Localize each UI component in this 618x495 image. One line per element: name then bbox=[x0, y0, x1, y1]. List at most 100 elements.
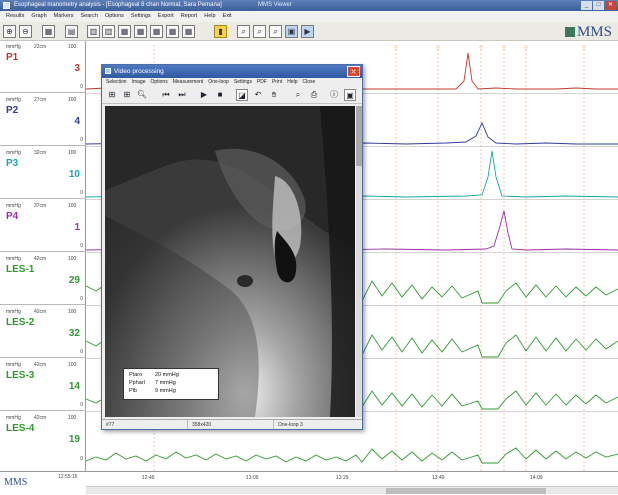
view-icon[interactable]: ▤ bbox=[65, 25, 78, 38]
time-tick: 12:49 bbox=[142, 475, 155, 481]
menu-exit[interactable]: Exit bbox=[223, 11, 232, 22]
channel-label[interactable]: mmHg 42cm 100 LES-1 29 0 bbox=[0, 253, 86, 305]
play-icon[interactable]: ▶ bbox=[198, 89, 210, 101]
channel-name: LES-1 bbox=[6, 264, 35, 275]
dialog-menu-measurement[interactable]: Measurement bbox=[173, 78, 204, 87]
event-marker-label: ▽ bbox=[502, 46, 506, 52]
view-icon[interactable]: ▦ bbox=[42, 25, 55, 38]
save-icon[interactable]: ▣ bbox=[344, 89, 356, 101]
dialog-menu-pdf[interactable]: PDF bbox=[257, 78, 267, 87]
dialog-menu-image[interactable]: Image bbox=[132, 78, 146, 87]
skip-back-icon[interactable]: ⏮ bbox=[160, 89, 172, 101]
zoom-out-icon[interactable]: ⊖ bbox=[19, 25, 32, 38]
search-icon[interactable]: ⌕ bbox=[237, 25, 250, 38]
search-icon[interactable]: ⌕ bbox=[269, 25, 282, 38]
magnifier-icon[interactable]: 🔍︎ bbox=[136, 89, 148, 101]
frame-number: #77 bbox=[102, 420, 188, 429]
dialog-menu-one-loop[interactable]: One-loop bbox=[208, 78, 229, 87]
menu-export[interactable]: Export bbox=[158, 11, 174, 22]
channel-value: 29 bbox=[68, 275, 80, 286]
channel-scale: 100 bbox=[68, 97, 77, 103]
pressure-readout-row: Plb 9 mmHg bbox=[129, 388, 213, 396]
layout-icon[interactable]: ▦ bbox=[166, 25, 179, 38]
menu-search[interactable]: Search bbox=[81, 11, 98, 22]
layout-icon[interactable]: ▥ bbox=[102, 25, 115, 38]
minimize-button[interactable]: _ bbox=[581, 1, 592, 10]
layout-icon[interactable]: ▦ bbox=[134, 25, 147, 38]
time-tick: 13:29 bbox=[336, 475, 349, 481]
print-icon[interactable]: ⎙ bbox=[308, 89, 320, 101]
channel-label[interactable]: mmHg 42cm 100 LES-4 19 0 bbox=[0, 412, 86, 464]
grid-icon[interactable]: ⊞ bbox=[106, 89, 118, 101]
pressure-readout-value: 20 mmHg bbox=[155, 372, 179, 378]
window-title-bar: Esophageal manometry analysis - [Esophag… bbox=[0, 0, 618, 11]
frame-icon[interactable]: ◪ bbox=[236, 89, 248, 101]
channel-scale: 100 bbox=[68, 309, 77, 315]
export-icon[interactable]: ▣ bbox=[285, 25, 298, 38]
channel-zero: 0 bbox=[80, 296, 83, 302]
menu-options[interactable]: Options bbox=[105, 11, 124, 22]
video-icon[interactable]: ▶ bbox=[301, 25, 314, 38]
layout-icon[interactable]: ▦ bbox=[182, 25, 195, 38]
dialog-menu-help[interactable]: Help bbox=[287, 78, 297, 87]
menu-results[interactable]: Results bbox=[6, 11, 24, 22]
dialog-title-bar[interactable]: Video processing ✕ bbox=[102, 65, 362, 78]
menu-report[interactable]: Report bbox=[181, 11, 198, 22]
channel-depth: 32cm bbox=[34, 150, 47, 156]
video-processing-dialog: Video processing ✕ Selection Image Optio… bbox=[101, 64, 363, 430]
menu-graph[interactable]: Graph bbox=[31, 11, 46, 22]
dialog-menu-settings[interactable]: Settings bbox=[234, 78, 252, 87]
channel-zero: 0 bbox=[80, 137, 83, 143]
layout-icon[interactable]: ▥ bbox=[87, 25, 100, 38]
channel-scale: 100 bbox=[68, 362, 77, 368]
pressure-readout-label: Plb bbox=[129, 388, 137, 394]
channel-name: P3 bbox=[6, 158, 19, 169]
hand-icon[interactable]: ✋︎ bbox=[268, 89, 280, 101]
dialog-menu-options[interactable]: Options bbox=[150, 78, 167, 87]
dialog-menu-selection[interactable]: Selection bbox=[106, 78, 127, 87]
channel-value: 4 bbox=[74, 116, 80, 127]
stop-icon[interactable]: ■ bbox=[214, 89, 226, 101]
marker-icon[interactable]: ▮ bbox=[214, 25, 227, 38]
zoom-in-icon[interactable]: ⊕ bbox=[3, 25, 16, 38]
layout-icon[interactable]: ▦ bbox=[118, 25, 131, 38]
channel-label[interactable]: mmHg 22cm 100 P1 3 0 bbox=[0, 41, 86, 93]
channel-value: 32 bbox=[68, 328, 80, 339]
channel-label[interactable]: mmHg 27cm 100 P2 4 0 bbox=[0, 94, 86, 146]
menu-help[interactable]: Help bbox=[204, 11, 215, 22]
search-icon[interactable]: ⌕ bbox=[253, 25, 266, 38]
close-button[interactable]: ✕ bbox=[605, 1, 616, 10]
zoom-icon[interactable]: ⌕ bbox=[292, 89, 304, 101]
event-marker-labels: ▽ ▽ ▽ ▽ ▽ ▽ bbox=[394, 46, 586, 52]
horizontal-scrollbar[interactable] bbox=[86, 486, 618, 494]
channel-scale: 100 bbox=[68, 150, 77, 156]
channel-depth: 42cm bbox=[34, 362, 47, 368]
channel-zero: 0 bbox=[80, 349, 83, 355]
channel-label[interactable]: mmHg 42cm 100 LES-3 14 0 bbox=[0, 359, 86, 411]
dialog-menu-close[interactable]: Close bbox=[303, 78, 316, 87]
channel-depth: 27cm bbox=[34, 97, 47, 103]
menu-markers[interactable]: Markers bbox=[54, 11, 74, 22]
maximize-button[interactable]: □ bbox=[593, 1, 604, 10]
layout-icon[interactable]: ▦ bbox=[150, 25, 163, 38]
info-icon[interactable]: ⓘ bbox=[328, 89, 340, 101]
channel-label[interactable]: mmHg 42cm 100 LES-2 32 0 bbox=[0, 306, 86, 358]
pressure-readout-label: Ptaro bbox=[129, 372, 143, 378]
scrollbar-thumb[interactable] bbox=[386, 488, 546, 494]
menu-settings[interactable]: Settings bbox=[131, 11, 151, 22]
channel-label[interactable]: mmHg 32cm 100 P3 10 0 bbox=[0, 147, 86, 199]
channel-label[interactable]: mmHg 37cm 100 P4 1 0 bbox=[0, 200, 86, 252]
channel-unit: mmHg bbox=[6, 150, 21, 156]
undo-icon[interactable]: ↶ bbox=[252, 89, 264, 101]
skip-forward-icon[interactable]: ⏭ bbox=[176, 89, 188, 101]
dialog-menu-print[interactable]: Print bbox=[272, 78, 282, 87]
dialog-scrollbar-thumb[interactable] bbox=[356, 106, 362, 166]
channel-unit: mmHg bbox=[6, 309, 21, 315]
dialog-close-button[interactable]: ✕ bbox=[347, 66, 360, 77]
menu-bar: Results Graph Markers Search Options Set… bbox=[0, 11, 618, 22]
channel-value: 14 bbox=[68, 381, 80, 392]
dialog-vertical-scrollbar[interactable] bbox=[356, 106, 362, 417]
grid-icon[interactable]: ⊞ bbox=[121, 89, 133, 101]
fluoroscopy-video-frame[interactable]: Ptaro 20 mmHg Ppharl 7 mmHg Plb 9 mmHg bbox=[105, 106, 355, 417]
start-time: 12:55:15 bbox=[58, 474, 78, 480]
